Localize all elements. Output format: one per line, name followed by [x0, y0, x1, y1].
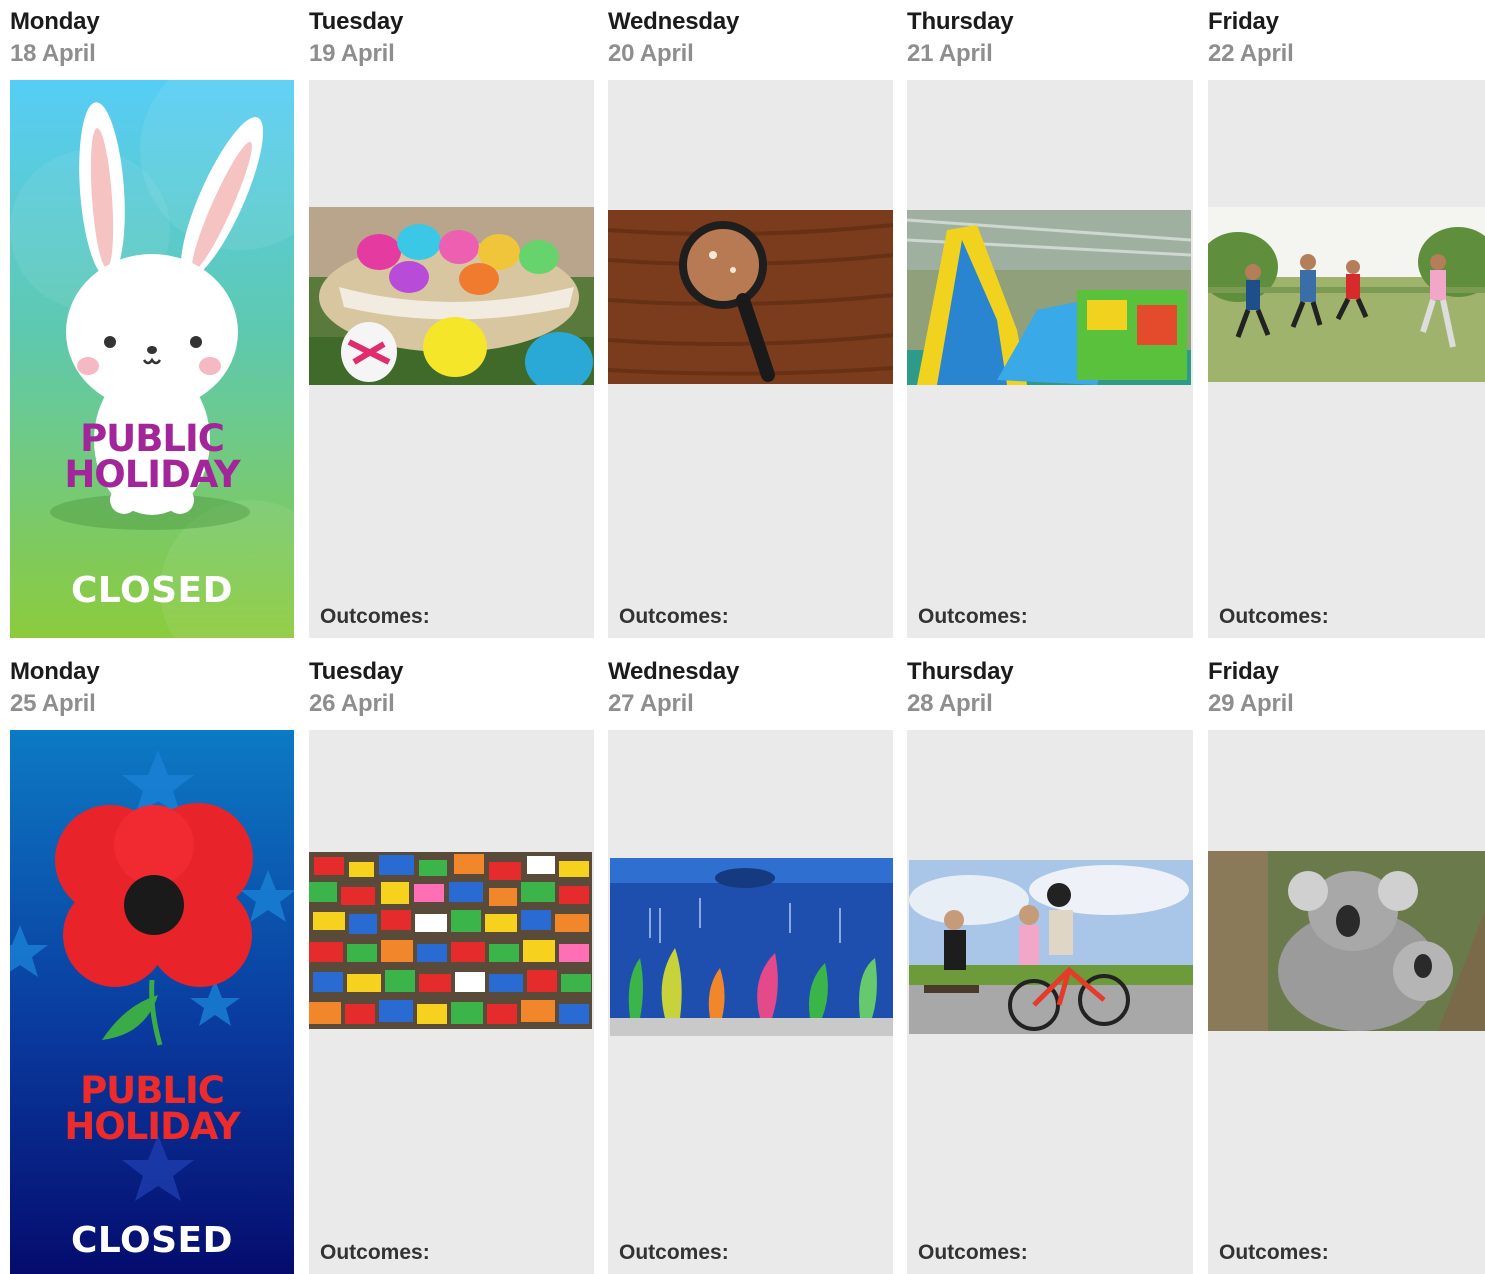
lego-bricks-photo [309, 852, 592, 1029]
day-thursday-21: Thursday 21 April Outcomes: [907, 8, 1193, 638]
day-date: 26 April [309, 690, 395, 717]
activity-card[interactable]: Outcomes: [608, 80, 893, 638]
day-monday-25: Monday 25 April PUBLIC HOLIDAY CLOSED [10, 658, 295, 1274]
day-name: Tuesday [309, 658, 404, 685]
easter-bunny-illustration [10, 80, 294, 638]
outcomes-label: Outcomes: [320, 605, 430, 628]
activity-card[interactable]: Outcomes: [907, 730, 1193, 1274]
outcomes-label: Outcomes: [1219, 1241, 1329, 1264]
day-thursday-28: Thursday 28 April Outcomes: [907, 658, 1193, 1274]
day-date: 27 April [608, 690, 694, 717]
anzac-holiday-banner[interactable]: PUBLIC HOLIDAY CLOSED [10, 730, 294, 1274]
activity-card[interactable]: Outcomes: [907, 80, 1193, 638]
day-date: 18 April [10, 40, 96, 67]
day-name: Tuesday [309, 8, 404, 35]
outcomes-label: Outcomes: [918, 605, 1028, 628]
day-date: 28 April [907, 690, 993, 717]
day-date: 20 April [608, 40, 694, 67]
poppy-illustration [10, 730, 294, 1274]
children-bikes-photo [909, 860, 1193, 1034]
koala-photo [1208, 851, 1485, 1031]
easter-holiday-banner[interactable]: PUBLIC HOLIDAY CLOSED [10, 80, 294, 638]
public-holiday-line2: HOLIDAY [64, 453, 240, 496]
outcomes-label: Outcomes: [320, 1241, 430, 1264]
day-monday-18: Monday 18 April PUBLIC HOLIDAY CLOSED [10, 8, 295, 638]
activity-card[interactable]: Outcomes: [608, 730, 893, 1274]
day-name: Monday [10, 658, 100, 685]
day-friday-29: Friday 29 April Outcomes: [1208, 658, 1485, 1274]
inflatable-slide-photo [907, 210, 1191, 385]
closed-label: CLOSED [70, 570, 234, 611]
day-date: 25 April [10, 690, 96, 717]
outcomes-label: Outcomes: [1219, 605, 1329, 628]
day-date: 22 April [1208, 40, 1294, 67]
children-running-photo [1208, 207, 1485, 382]
day-name: Friday [1208, 658, 1279, 685]
activity-card[interactable]: Outcomes: [309, 80, 594, 638]
day-tuesday-19: Tuesday 19 April Outcomes: [309, 8, 594, 638]
day-date: 19 April [309, 40, 395, 67]
day-wednesday-27: Wednesday 27 April Outcomes: [608, 658, 893, 1274]
day-name: Thursday [907, 658, 1014, 685]
day-name: Thursday [907, 8, 1014, 35]
public-holiday-line1: PUBLIC [80, 1069, 225, 1112]
underwater-display-photo [610, 858, 893, 1036]
day-friday-22: Friday 22 April Outcomes: [1208, 8, 1485, 638]
public-holiday-line2: HOLIDAY [64, 1105, 240, 1148]
day-tuesday-26: Tuesday 26 April Outcomes: [309, 658, 594, 1274]
easter-eggs-photo [309, 207, 594, 385]
closed-label: CLOSED [70, 1220, 234, 1261]
day-date: 21 April [907, 40, 993, 67]
magnifying-glass-photo [608, 210, 893, 384]
activity-card[interactable]: Outcomes: [1208, 80, 1485, 638]
day-name: Wednesday [608, 658, 740, 685]
public-holiday-line1: PUBLIC [80, 417, 225, 460]
activity-card[interactable]: Outcomes: [1208, 730, 1485, 1274]
outcomes-label: Outcomes: [918, 1241, 1028, 1264]
day-wednesday-20: Wednesday 20 April Outcomes: [608, 8, 893, 638]
activity-card[interactable]: Outcomes: [309, 730, 594, 1274]
day-name: Friday [1208, 8, 1279, 35]
day-name: Wednesday [608, 8, 740, 35]
day-name: Monday [10, 8, 100, 35]
outcomes-label: Outcomes: [619, 1241, 729, 1264]
outcomes-label: Outcomes: [619, 605, 729, 628]
day-date: 29 April [1208, 690, 1294, 717]
